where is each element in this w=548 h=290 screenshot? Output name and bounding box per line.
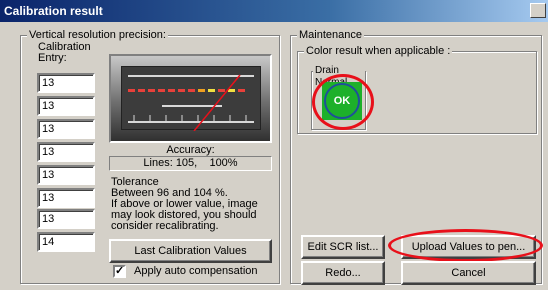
close-button[interactable] <box>530 3 546 18</box>
top-line <box>128 75 254 77</box>
ruler-line <box>128 121 254 123</box>
window-title: Calibration result <box>4 4 103 18</box>
accuracy-label: Accuracy: <box>166 144 215 156</box>
calibration-entry-3[interactable]: 13 <box>37 119 95 139</box>
calibration-entry-5[interactable]: 13 <box>37 165 95 185</box>
preview-screen <box>121 66 261 132</box>
upload-highlight-ellipse <box>388 229 543 262</box>
ruler-ticks <box>133 115 247 121</box>
calibration-entry-8[interactable]: 14 <box>37 232 95 252</box>
calibration-window: Calibration result Vertical resolution p… <box>0 0 548 290</box>
tolerance-text: Tolerance Between 96 and 104 %. If above… <box>111 177 281 232</box>
vertical-resolution-legend: Vertical resolution precision: <box>27 29 168 41</box>
edit-scr-list-button[interactable]: Edit SCR list... <box>301 235 385 259</box>
calibration-entry-4[interactable]: 13 <box>37 142 95 162</box>
calibration-entry-7[interactable]: 13 <box>37 209 95 229</box>
auto-compensation-label[interactable]: Apply auto compensation <box>134 265 258 277</box>
last-calibration-values-button[interactable]: Last Calibration Values <box>109 239 272 263</box>
cancel-button[interactable]: Cancel <box>401 261 536 285</box>
calibration-entry-label: Calibration Entry: <box>38 41 91 64</box>
accuracy-value: Lines: 105, 100% <box>143 157 238 169</box>
tolerance-line: consider recalibrating. <box>111 220 219 232</box>
maintenance-legend: Maintenance <box>297 29 364 41</box>
calibration-entry-1[interactable]: 13 <box>37 73 95 93</box>
auto-compensation-checkbox[interactable]: ✓ <box>113 265 126 278</box>
color-result-legend: Color result when applicable : <box>304 45 453 57</box>
redo-button[interactable]: Redo... <box>301 261 385 285</box>
calibration-entry-2[interactable]: 13 <box>37 96 95 116</box>
calibration-preview-image <box>109 54 272 143</box>
calibration-entry-6[interactable]: 13 <box>37 188 95 208</box>
ok-highlight-ellipse <box>312 74 374 130</box>
accuracy-value-box: Lines: 105, 100% <box>109 156 272 171</box>
title-bar: Calibration result <box>0 0 548 22</box>
preview-graphic <box>128 74 254 132</box>
